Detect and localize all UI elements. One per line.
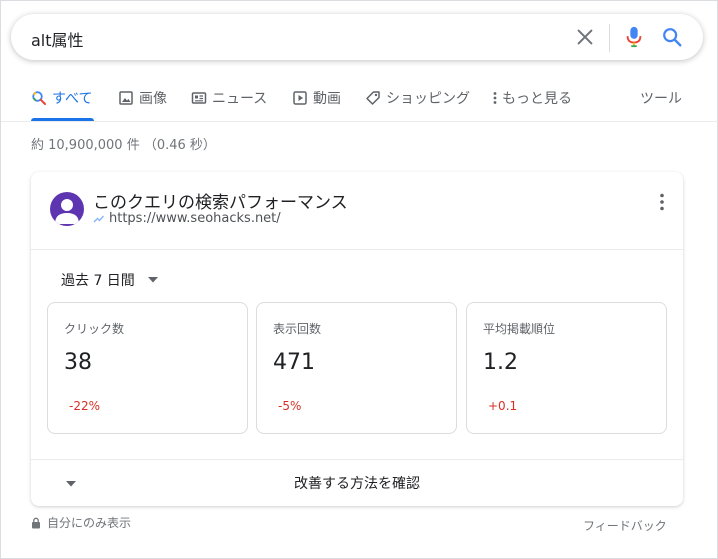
avatar: [50, 192, 84, 226]
improve-expander[interactable]: 改善する方法を確認: [31, 460, 683, 506]
tab-tools-label: ツール: [640, 91, 682, 107]
metric-label: 表示回数: [273, 322, 322, 336]
search-divider: [609, 24, 610, 52]
clear-icon[interactable]: [574, 26, 596, 48]
card-header: このクエリの検索パフォーマンス https://www.seohacks.net…: [31, 172, 683, 250]
trending-icon: [93, 215, 105, 222]
person-icon: [55, 199, 79, 224]
search-icon: [32, 91, 46, 105]
tab-videos-label: 動画: [313, 91, 341, 107]
more-vert-icon: [493, 92, 497, 104]
search-bar[interactable]: alt属性: [11, 14, 703, 60]
metric-value: 38: [64, 350, 92, 375]
metric-clicks: クリック数 38 -22%: [47, 302, 248, 434]
tab-more-label: もっと見る: [502, 91, 572, 107]
tab-news-label: ニュース: [212, 91, 268, 107]
tab-more[interactable]: もっと見る: [491, 83, 572, 121]
metric-average-position: 平均掲載順位 1.2 +0.1: [466, 302, 667, 434]
site-url-text: https://www.seohacks.net/: [109, 211, 281, 226]
video-icon: [293, 91, 307, 105]
period-dropdown[interactable]: 過去 7 日間: [61, 270, 159, 290]
caret-down-icon: [147, 277, 158, 283]
metric-label: 平均掲載順位: [483, 322, 556, 336]
result-stats: 約 10,900,000 件 （0.46 秒）: [31, 138, 216, 153]
tab-videos[interactable]: 動画: [292, 83, 341, 121]
period-label: 過去 7 日間: [61, 273, 135, 289]
news-icon: [191, 92, 207, 104]
lock-icon: [32, 517, 40, 528]
feedback-link[interactable]: フィードバック: [583, 517, 667, 534]
metric-delta: -22%: [69, 399, 101, 413]
metric-value: 471: [273, 350, 315, 375]
tab-tools[interactable]: ツール: [640, 83, 682, 121]
card-title: このクエリの検索パフォーマンス: [93, 193, 348, 213]
search-tabs: すべて 画像 ニュース 動画 ショッピング もっと見る ツール: [1, 83, 718, 121]
metric-label: クリック数: [64, 322, 125, 336]
more-options-icon[interactable]: [653, 192, 671, 212]
tab-shopping-label: ショッピング: [386, 91, 470, 107]
visibility-label: 自分にのみ表示: [47, 516, 132, 530]
tab-images[interactable]: 画像: [118, 83, 167, 121]
search-input[interactable]: alt属性: [31, 27, 84, 51]
tab-all-label: すべて: [52, 91, 93, 107]
image-icon: [119, 91, 133, 105]
tab-images-label: 画像: [139, 91, 167, 107]
search-performance-card: このクエリの検索パフォーマンス https://www.seohacks.net…: [31, 172, 683, 506]
search-icon[interactable]: [661, 26, 683, 48]
tab-shopping[interactable]: ショッピング: [365, 83, 470, 121]
microphone-icon[interactable]: [623, 25, 645, 49]
improve-label: 改善する方法を確認: [294, 476, 420, 492]
tab-news[interactable]: ニュース: [191, 83, 267, 121]
metric-impressions: 表示回数 471 -5%: [256, 302, 457, 434]
tab-all[interactable]: すべて: [31, 83, 94, 121]
visibility-note: 自分にのみ表示: [31, 514, 131, 531]
metric-delta: -5%: [278, 399, 302, 413]
tabs-divider: [1, 121, 718, 122]
card-divider: [31, 249, 683, 250]
metric-delta: +0.1: [488, 399, 518, 413]
site-url[interactable]: https://www.seohacks.net/: [93, 211, 281, 226]
tag-icon: [366, 91, 380, 105]
metric-value: 1.2: [483, 350, 518, 375]
